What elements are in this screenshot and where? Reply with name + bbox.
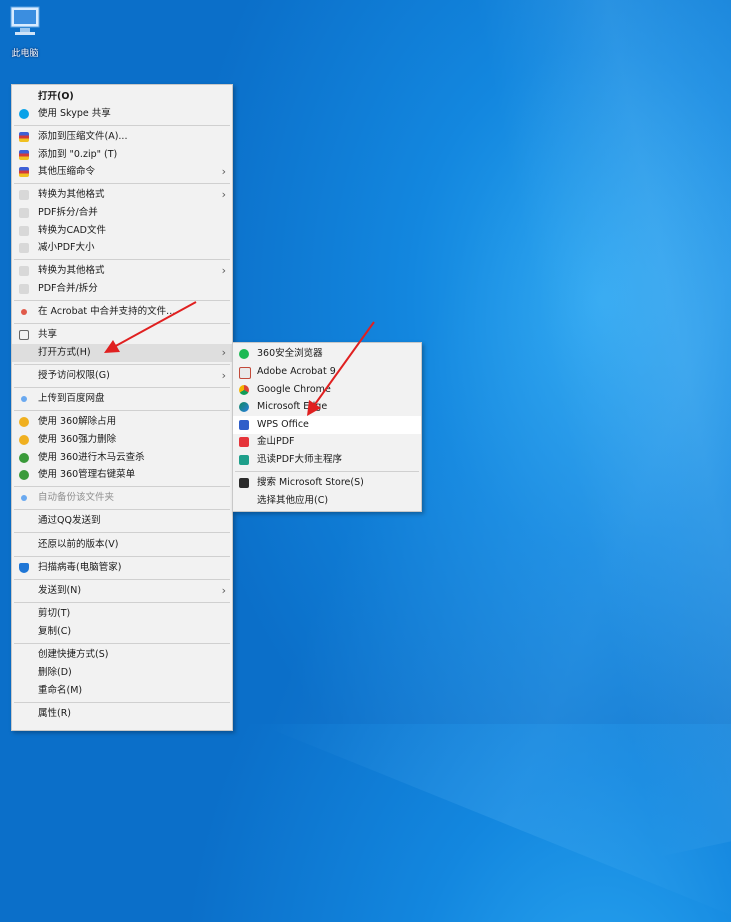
menu-item-scan-virus[interactable]: 扫描病毒(电脑管家) [12,559,232,577]
menu-item-copy[interactable]: 复制(C) [12,623,232,641]
open-with-submenu: 360安全浏览器 Adobe Acrobat 9 Google Chrome M… [232,342,422,512]
menu-item-other-compress[interactable]: 其他压缩命令 › [12,163,232,181]
submenu-item-choose-other[interactable]: 选择其他应用(C) [233,492,421,510]
menu-item-360-unlock[interactable]: 使用 360解除占用 [12,413,232,431]
menu-separator [14,556,230,557]
skype-icon [19,109,29,119]
menu-separator [14,410,230,411]
menu-item-upload-baidu[interactable]: 上传到百度网盘 [12,390,232,408]
menu-separator [14,643,230,644]
acrobat-icon [21,309,27,315]
menu-separator [14,125,230,126]
menu-separator [14,532,230,533]
chrome-icon [239,385,249,395]
menu-item-open-with[interactable]: 打开方式(H) › [12,344,232,362]
360-scan-icon [19,453,29,463]
store-icon [239,478,249,488]
360-unlock-icon [19,417,29,427]
kingsoft-pdf-icon [239,437,249,447]
menu-item-send-qq[interactable]: 通过QQ发送到 [12,512,232,530]
menu-item-cut[interactable]: 剪切(T) [12,605,232,623]
menu-separator [14,486,230,487]
submenu-item-xundu-pdf[interactable]: 迅读PDF大师主程序 [233,451,421,469]
menu-item-grant-access[interactable]: 授予访问权限(G) › [12,367,232,385]
submenu-item-360-browser[interactable]: 360安全浏览器 [233,345,421,363]
convert-icon [19,266,29,276]
chevron-right-icon: › [221,584,226,597]
menu-item-add-to-zip[interactable]: 添加到 "0.zip" (T) [12,146,232,164]
cad-icon [19,226,29,236]
computer-icon [10,6,40,35]
menu-separator [14,323,230,324]
chevron-right-icon: › [221,188,226,201]
submenu-item-adobe-acrobat[interactable]: Adobe Acrobat 9 [233,363,421,381]
winrar-icon [19,167,29,177]
menu-separator [14,259,230,260]
menu-item-360-scan[interactable]: 使用 360进行木马云查杀 [12,449,232,467]
menu-separator [14,364,230,365]
menu-item-convert-cad[interactable]: 转换为CAD文件 [12,222,232,240]
baidu-cloud-icon [21,396,27,402]
edge-icon [239,402,249,412]
menu-item-360-delete[interactable]: 使用 360强力删除 [12,431,232,449]
menu-item-restore-versions[interactable]: 还原以前的版本(V) [12,536,232,554]
submenu-item-store-search[interactable]: 搜索 Microsoft Store(S) [233,474,421,492]
menu-item-pdf-merge-split[interactable]: PDF合并/拆分 [12,280,232,298]
desktop-icon-this-pc[interactable]: 此电脑 [6,4,44,59]
chevron-right-icon: › [221,165,226,178]
pdf-merge-icon [19,284,29,294]
backup-icon [21,495,27,501]
share-icon [19,330,29,340]
context-menu: 打开(O) 使用 Skype 共享 添加到压缩文件(A)... 添加到 "0.z… [11,84,233,731]
menu-item-auto-backup[interactable]: 自动备份该文件夹 [12,489,232,507]
pdf-split-icon [19,208,29,218]
menu-separator [14,183,230,184]
adobe-acrobat-icon [239,367,251,379]
winrar-icon [19,132,29,142]
menu-separator [14,702,230,703]
menu-item-add-to-archive[interactable]: 添加到压缩文件(A)... [12,128,232,146]
winrar-icon [19,150,29,160]
menu-item-open[interactable]: 打开(O) [12,88,232,106]
360-menu-icon [19,470,29,480]
menu-item-360-menu[interactable]: 使用 360管理右键菜单 [12,466,232,484]
menu-separator [14,509,230,510]
menu-separator [14,602,230,603]
menu-separator [14,300,230,301]
convert-icon [19,190,29,200]
this-pc-label: 此电脑 [11,49,39,59]
menu-item-delete[interactable]: 删除(D) [12,664,232,682]
menu-item-create-shortcut[interactable]: 创建快捷方式(S) [12,646,232,664]
submenu-item-chrome[interactable]: Google Chrome [233,381,421,399]
shield-icon [19,563,29,573]
menu-item-properties[interactable]: 属性(R) [12,705,232,723]
menu-item-share[interactable]: 共享 [12,326,232,344]
menu-item-skype-share[interactable]: 使用 Skype 共享 [12,105,232,123]
menu-item-convert-format-2[interactable]: 转换为其他格式 › [12,262,232,280]
menu-item-send-to[interactable]: 发送到(N) › [12,582,232,600]
chevron-right-icon: › [221,264,226,277]
360-delete-icon [19,435,29,445]
menu-separator [14,387,230,388]
360-browser-icon [239,349,249,359]
menu-item-reduce-pdf[interactable]: 减小PDF大小 [12,239,232,257]
menu-item-rename[interactable]: 重命名(M) [12,682,232,700]
submenu-item-wps-office[interactable]: WPS Office [233,416,421,434]
wps-icon [239,420,249,430]
menu-item-convert-format[interactable]: 转换为其他格式 › [12,186,232,204]
chevron-right-icon: › [221,346,226,359]
compress-pdf-icon [19,243,29,253]
submenu-item-edge[interactable]: Microsoft Edge [233,398,421,416]
chevron-right-icon: › [221,369,226,382]
xundu-pdf-icon [239,455,249,465]
submenu-item-kingsoft-pdf[interactable]: 金山PDF [233,433,421,451]
menu-item-acrobat-combine[interactable]: 在 Acrobat 中合并支持的文件... [12,303,232,321]
menu-item-pdf-split-merge[interactable]: PDF拆分/合并 [12,204,232,222]
menu-separator [14,579,230,580]
menu-separator [235,471,419,472]
